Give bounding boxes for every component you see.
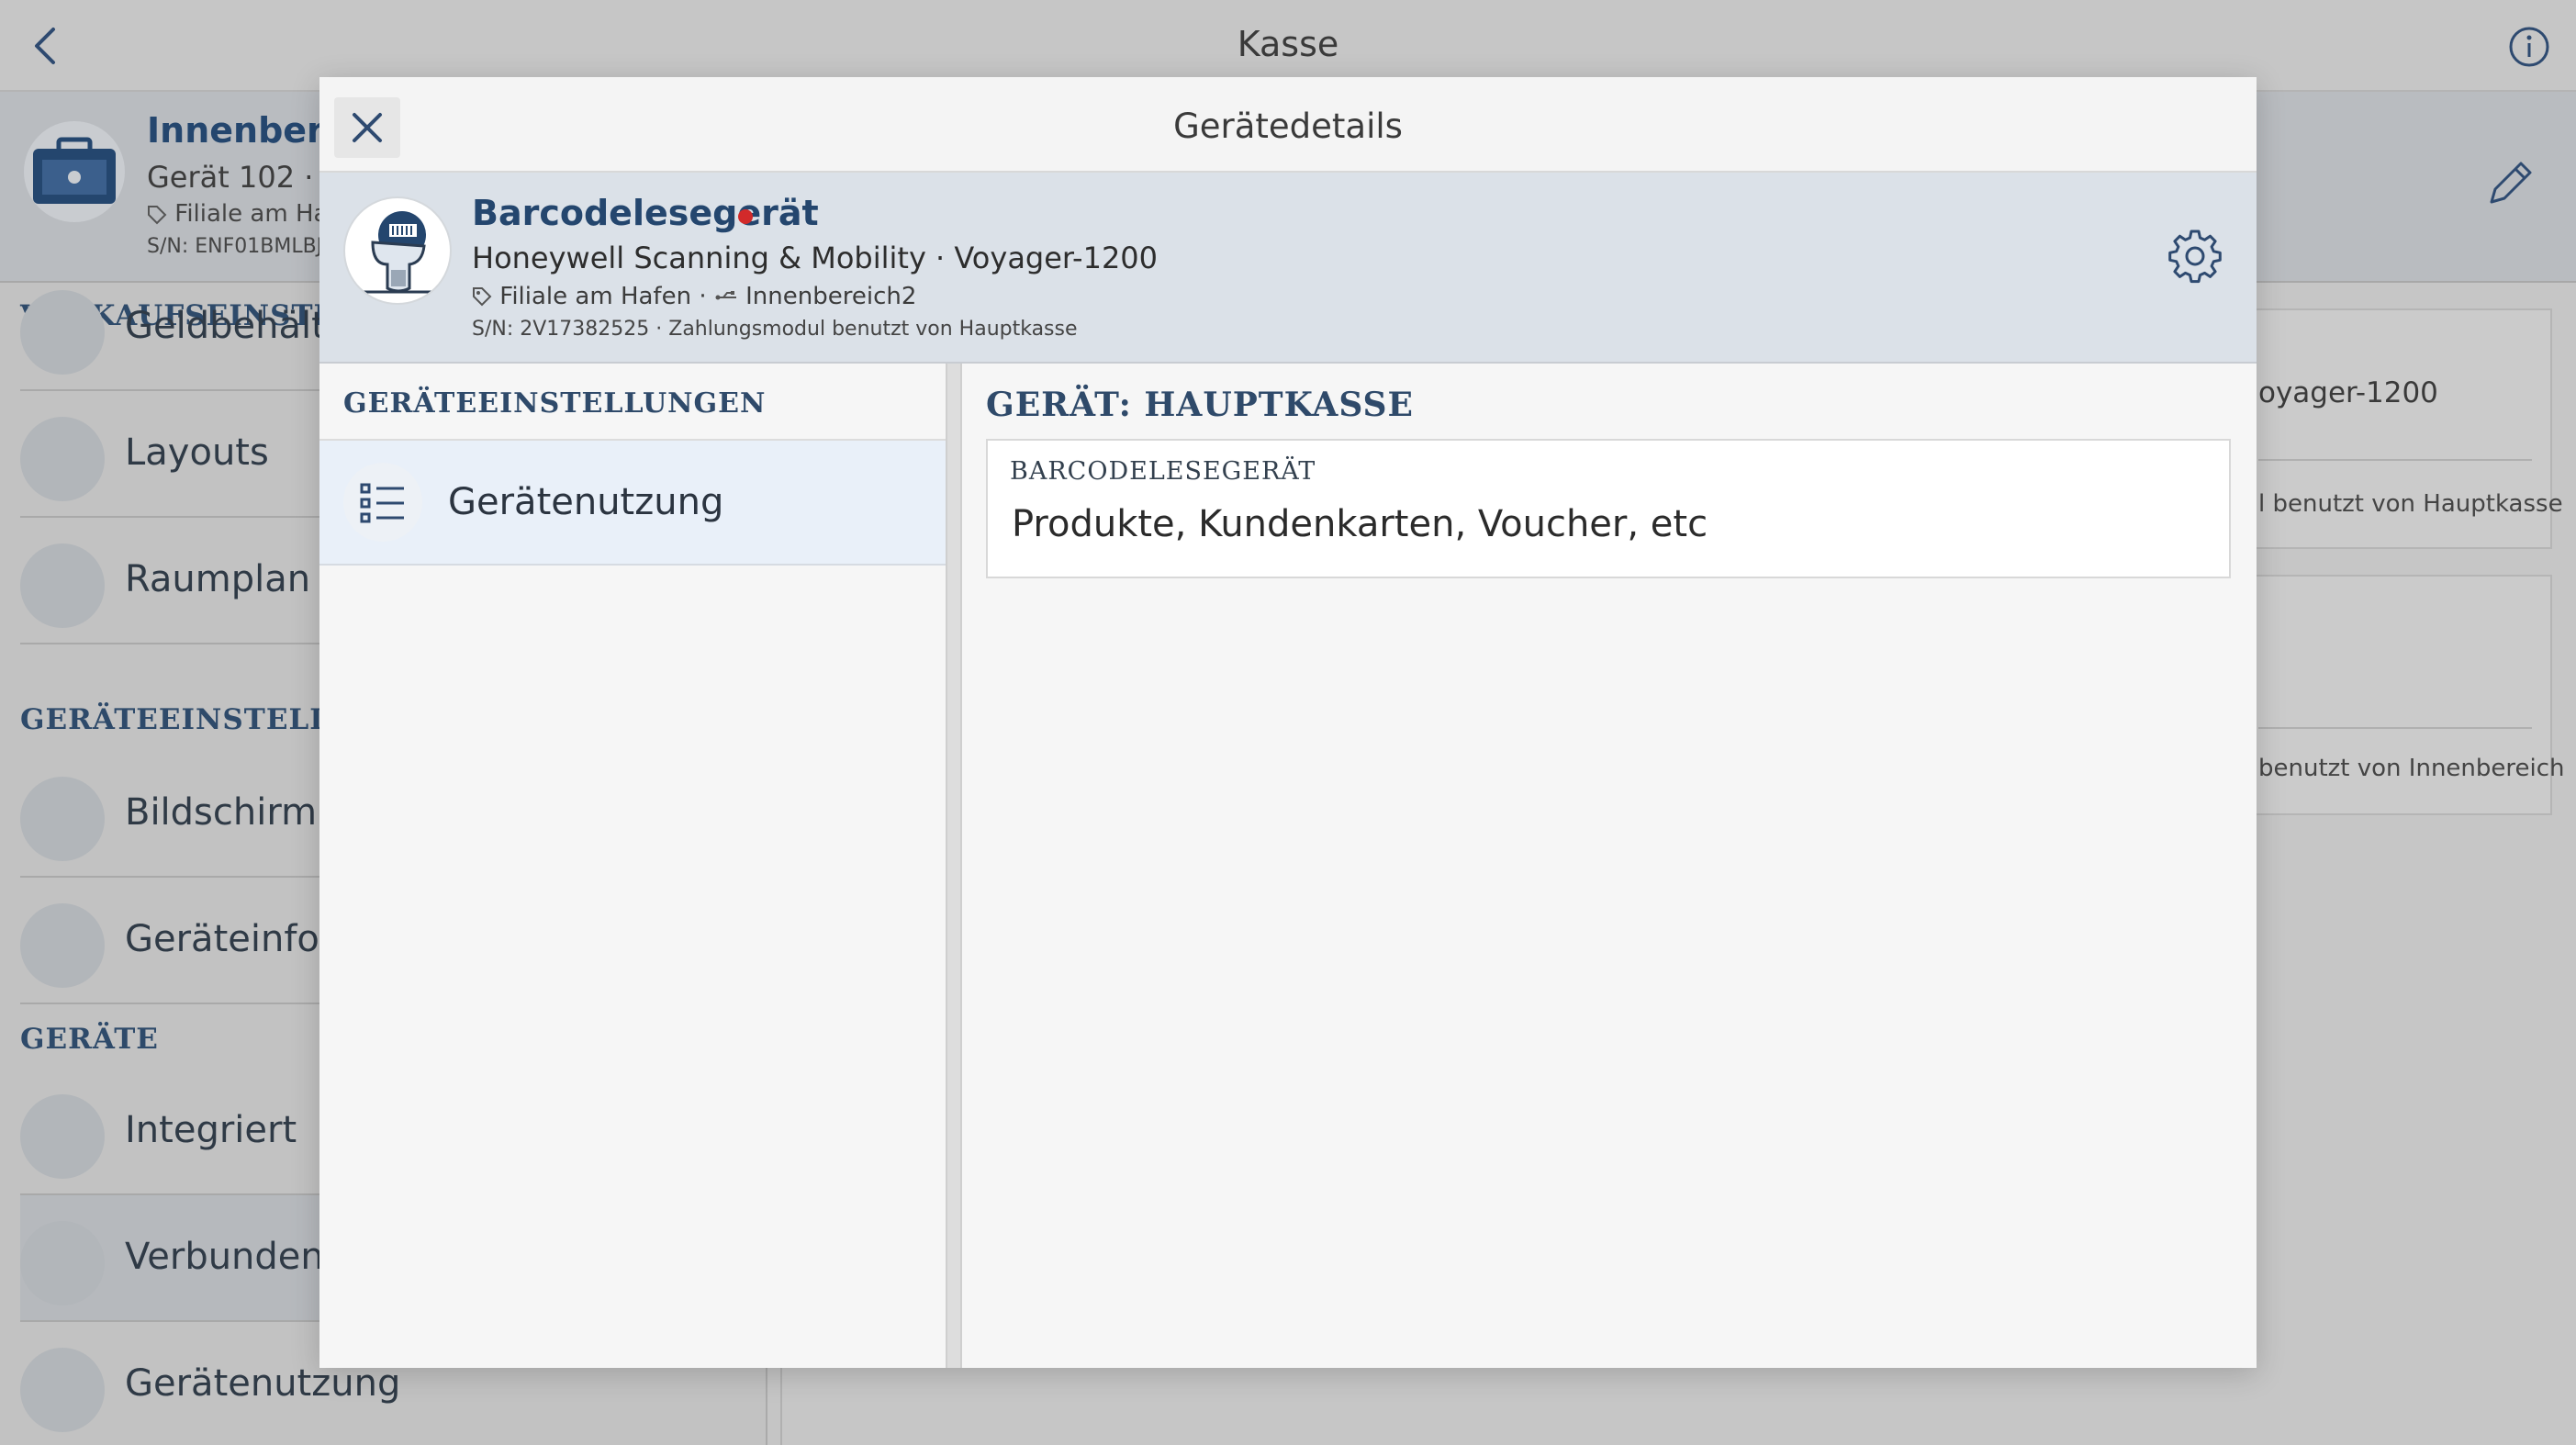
modal-header: Gerätedetails: [319, 77, 2257, 173]
app-title: Kasse: [1237, 24, 1339, 64]
sidebar-item-label: Layouts: [125, 431, 269, 474]
device-location: Filiale am Hafen · Innenbereich2: [472, 283, 916, 310]
info-circle-icon: [20, 903, 105, 988]
modal-settings-list: GERÄTEEINSTELLUNGEN Gerätenutzung: [319, 364, 946, 1368]
briefcase-icon: [20, 1094, 105, 1179]
printer-icon: [20, 1348, 105, 1432]
usage-card[interactable]: BARCODELESEGERÄT Produkte, Kundenkarten,…: [986, 439, 2231, 578]
detail-section-title: GERÄT: HAUPTKASSE: [986, 386, 1414, 424]
usage-card-value: Produkte, Kundenkarten, Voucher, etc: [1012, 503, 1708, 545]
sidebar-item-label: Geldbehälte: [125, 305, 349, 347]
usb-icon: [715, 291, 736, 300]
device-avatar: [24, 121, 125, 222]
location-text: Filiale am Hafen ·: [499, 283, 714, 310]
sidebar-item-label: Verbunden: [125, 1236, 324, 1278]
card-model: oyager-1200: [2258, 376, 2438, 409]
sidebar-item-label: Gerätenutzung: [125, 1362, 401, 1405]
area-text: Innenbereich2: [745, 283, 917, 310]
connected-device-card[interactable]: oyager-1200 l benutzt von Hauptkasse: [2249, 308, 2563, 549]
device-serial: S/N: 2V17382525 · Zahlungsmodul benutzt …: [472, 318, 1078, 341]
money-clock-icon: [20, 290, 105, 375]
modal-title: Gerätedetails: [1173, 106, 1403, 146]
gear-icon[interactable]: [2167, 228, 2223, 285]
link-icon: [20, 1221, 105, 1305]
sidebar-item-label: Raumplan: [125, 558, 311, 600]
table-icon: [20, 543, 105, 628]
modal-device-summary: Barcodelesegerät Honeywell Scanning & Mo…: [319, 173, 2257, 364]
sidebar-item-label: Bildschirm: [125, 791, 318, 834]
list-icon: [343, 463, 422, 542]
device-name: Barcodelesegerät: [472, 193, 819, 233]
pencil-icon[interactable]: [2482, 156, 2537, 211]
modal-detail-pane: GERÄT: HAUPTKASSE BARCODELESEGERÄT Produ…: [962, 364, 2257, 1368]
device-location: Filiale am Ha: [147, 200, 328, 228]
device-serial: S/N: ENF01BMLBJ: [147, 235, 323, 258]
section-device-settings: GERÄTEEINSTELLUNGEN: [343, 387, 767, 420]
usage-card-key: BARCODELESEGERÄT: [1010, 457, 1316, 486]
barcode-scanner-icon: [364, 211, 435, 294]
section-devices: GERÄTE: [20, 1023, 159, 1056]
card-usage: l benutzt von Hauptkasse: [2258, 490, 2563, 518]
cash-drawer-icon: [33, 137, 116, 204]
sidebar-item-label: Integriert: [125, 1109, 297, 1151]
device-avatar: [343, 196, 452, 305]
card-usage: benutzt von Innenbereich: [2258, 755, 2565, 782]
register-icon: [20, 417, 105, 501]
status-dot: [738, 209, 753, 224]
divider: [2258, 727, 2532, 729]
connected-device-card[interactable]: benutzt von Innenbereich: [2249, 575, 2565, 815]
device-details-modal: Gerätedetails Barcodelesegerät Honeywell…: [319, 77, 2257, 1368]
settings-item-device-usage[interactable]: Gerätenutzung: [319, 441, 946, 566]
tag-icon: [148, 205, 167, 224]
tag-icon: [473, 287, 492, 307]
settings-item-label: Gerätenutzung: [448, 481, 724, 523]
divider: [2258, 459, 2532, 461]
split-divider: [946, 364, 962, 1368]
brightness-icon: [20, 777, 105, 861]
info-icon[interactable]: [2508, 26, 2550, 68]
device-model: Honeywell Scanning & Mobility · Voyager-…: [472, 241, 1159, 275]
